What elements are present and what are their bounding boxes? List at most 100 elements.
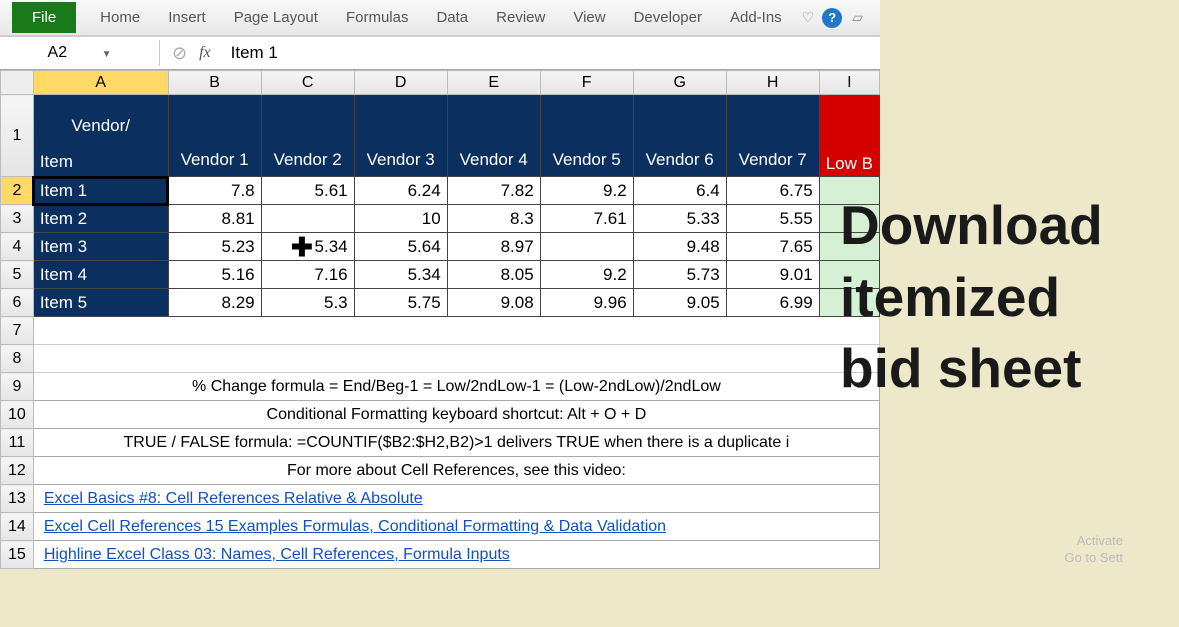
row-8[interactable] bbox=[33, 345, 879, 373]
cell-C3[interactable] bbox=[261, 205, 354, 233]
row-header-4[interactable]: 4 bbox=[1, 233, 34, 261]
minimize-ribbon-icon[interactable]: ▱ bbox=[852, 9, 863, 26]
cell-D3[interactable]: 10 bbox=[354, 205, 447, 233]
row-header-14[interactable]: 14 bbox=[1, 513, 34, 541]
cell-D1[interactable]: Vendor 3 bbox=[354, 95, 447, 177]
cell-E3[interactable]: 8.3 bbox=[447, 205, 540, 233]
cell-D6[interactable]: 5.75 bbox=[354, 289, 447, 317]
tab-review[interactable]: Review bbox=[482, 2, 559, 33]
cell-C2[interactable]: 5.61 bbox=[261, 177, 354, 205]
cell-C5[interactable]: 7.16 bbox=[261, 261, 354, 289]
cell-E1[interactable]: Vendor 4 bbox=[447, 95, 540, 177]
cell-G5[interactable]: 5.73 bbox=[633, 261, 726, 289]
cell-D5[interactable]: 5.34 bbox=[354, 261, 447, 289]
cell-B1[interactable]: Vendor 1 bbox=[168, 95, 261, 177]
tab-developer[interactable]: Developer bbox=[620, 2, 716, 33]
cell-F3[interactable]: 7.61 bbox=[540, 205, 633, 233]
col-header-B[interactable]: B bbox=[168, 71, 261, 95]
cell-A4[interactable]: Item 3 bbox=[33, 233, 168, 261]
cell-F5[interactable]: 9.2 bbox=[540, 261, 633, 289]
cell-D4[interactable]: 5.64 bbox=[354, 233, 447, 261]
cell-G6[interactable]: 9.05 bbox=[633, 289, 726, 317]
cell-A6[interactable]: Item 5 bbox=[33, 289, 168, 317]
cell-G3[interactable]: 5.33 bbox=[633, 205, 726, 233]
row-header-8[interactable]: 8 bbox=[1, 345, 34, 373]
cell-F1[interactable]: Vendor 5 bbox=[540, 95, 633, 177]
formula-bar-content[interactable]: Item 1 bbox=[223, 43, 278, 63]
cell-H3[interactable]: 5.55 bbox=[726, 205, 819, 233]
tab-view[interactable]: View bbox=[559, 2, 619, 33]
select-all-corner[interactable] bbox=[1, 71, 34, 95]
cell-A5[interactable]: Item 4 bbox=[33, 261, 168, 289]
cell-B5[interactable]: 5.16 bbox=[168, 261, 261, 289]
cell-H6[interactable]: 6.99 bbox=[726, 289, 819, 317]
row-header-11[interactable]: 11 bbox=[1, 429, 34, 457]
col-header-E[interactable]: E bbox=[447, 71, 540, 95]
row-header-13[interactable]: 13 bbox=[1, 485, 34, 513]
col-header-I[interactable]: I bbox=[819, 71, 879, 95]
cell-F4[interactable] bbox=[540, 233, 633, 261]
cell-C4[interactable]: 5.34 bbox=[261, 233, 354, 261]
cell-H2[interactable]: 6.75 bbox=[726, 177, 819, 205]
col-header-G[interactable]: G bbox=[633, 71, 726, 95]
cell-E2[interactable]: 7.82 bbox=[447, 177, 540, 205]
link-highline-class-03[interactable]: Highline Excel Class 03: Names, Cell Ref… bbox=[40, 546, 510, 563]
name-box[interactable]: A2 ▼ bbox=[0, 40, 160, 66]
row-header-12[interactable]: 12 bbox=[1, 457, 34, 485]
link-excel-cell-references[interactable]: Excel Cell References 15 Examples Formul… bbox=[40, 518, 666, 535]
tab-home[interactable]: Home bbox=[86, 2, 154, 33]
cell-row-10[interactable]: Conditional Formatting keyboard shortcut… bbox=[33, 401, 879, 429]
row-header-10[interactable]: 10 bbox=[1, 401, 34, 429]
cell-A2[interactable]: Item 1 bbox=[33, 177, 168, 205]
col-header-H[interactable]: H bbox=[726, 71, 819, 95]
cell-H4[interactable]: 7.65 bbox=[726, 233, 819, 261]
spreadsheet-grid[interactable]: A B C D E F G H I 1 Vendor/ Item Vendor … bbox=[0, 70, 880, 569]
cell-F6[interactable]: 9.96 bbox=[540, 289, 633, 317]
row-header-7[interactable]: 7 bbox=[1, 317, 34, 345]
cell-E6[interactable]: 9.08 bbox=[447, 289, 540, 317]
cell-B4[interactable]: 5.23 bbox=[168, 233, 261, 261]
row-7[interactable] bbox=[33, 317, 879, 345]
cell-E4[interactable]: 8.97 bbox=[447, 233, 540, 261]
cell-row-11[interactable]: TRUE / FALSE formula: =COUNTIF($B2:$H2,B… bbox=[33, 429, 879, 457]
cancel-icon[interactable]: ⊘ bbox=[172, 43, 187, 64]
cell-B6[interactable]: 8.29 bbox=[168, 289, 261, 317]
cell-row-13[interactable]: Excel Basics #8: Cell References Relativ… bbox=[33, 485, 879, 513]
fx-icon[interactable]: fx bbox=[199, 44, 211, 62]
tab-insert[interactable]: Insert bbox=[154, 2, 220, 33]
cell-G1[interactable]: Vendor 6 bbox=[633, 95, 726, 177]
file-tab[interactable]: File bbox=[12, 2, 76, 33]
cell-C1[interactable]: Vendor 2 bbox=[261, 95, 354, 177]
tab-formulas[interactable]: Formulas bbox=[332, 2, 423, 33]
cell-C6[interactable]: 5.3 bbox=[261, 289, 354, 317]
cell-G4[interactable]: 9.48 bbox=[633, 233, 726, 261]
tab-data[interactable]: Data bbox=[422, 2, 482, 33]
row-header-5[interactable]: 5 bbox=[1, 261, 34, 289]
cell-A1[interactable]: Vendor/ Item bbox=[33, 95, 168, 177]
row-header-3[interactable]: 3 bbox=[1, 205, 34, 233]
cell-row-9[interactable]: % Change formula = End/Beg-1 = Low/2ndLo… bbox=[33, 373, 879, 401]
row-header-1[interactable]: 1 bbox=[1, 95, 34, 177]
help-icon[interactable]: ? bbox=[822, 8, 842, 28]
cell-H5[interactable]: 9.01 bbox=[726, 261, 819, 289]
cell-B3[interactable]: 8.81 bbox=[168, 205, 261, 233]
cell-I1[interactable]: Low B bbox=[819, 95, 879, 177]
cell-F2[interactable]: 9.2 bbox=[540, 177, 633, 205]
col-header-A[interactable]: A bbox=[33, 71, 168, 95]
cell-A3[interactable]: Item 2 bbox=[33, 205, 168, 233]
col-header-C[interactable]: C bbox=[261, 71, 354, 95]
name-box-dropdown-icon[interactable]: ▼ bbox=[102, 49, 112, 60]
row-header-6[interactable]: 6 bbox=[1, 289, 34, 317]
col-header-F[interactable]: F bbox=[540, 71, 633, 95]
col-header-D[interactable]: D bbox=[354, 71, 447, 95]
cell-row-12[interactable]: For more about Cell References, see this… bbox=[33, 457, 879, 485]
tab-add-ins[interactable]: Add-Ins bbox=[716, 2, 796, 33]
cell-H1[interactable]: Vendor 7 bbox=[726, 95, 819, 177]
cell-row-14[interactable]: Excel Cell References 15 Examples Formul… bbox=[33, 513, 879, 541]
cell-E5[interactable]: 8.05 bbox=[447, 261, 540, 289]
row-header-2[interactable]: 2 bbox=[1, 177, 34, 205]
cell-row-15[interactable]: Highline Excel Class 03: Names, Cell Ref… bbox=[33, 541, 879, 569]
cell-B2[interactable]: 7.8 bbox=[168, 177, 261, 205]
cell-G2[interactable]: 6.4 bbox=[633, 177, 726, 205]
row-header-9[interactable]: 9 bbox=[1, 373, 34, 401]
